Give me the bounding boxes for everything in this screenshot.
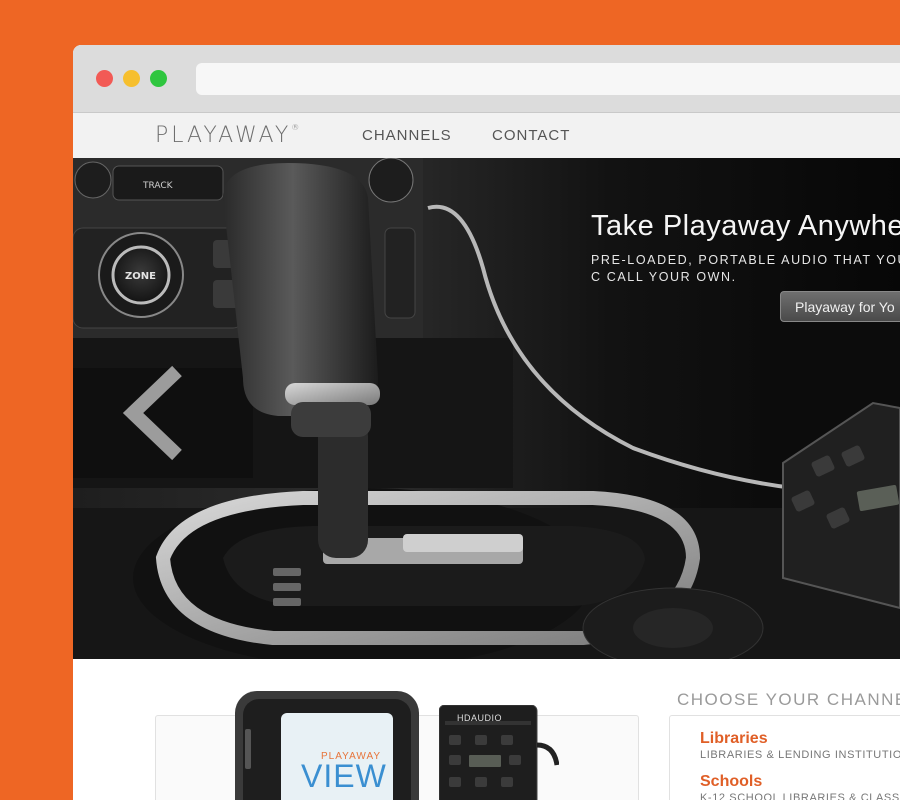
hero-subtitle: PRE-LOADED, PORTABLE AUDIO THAT YOU C CA… [591,253,900,284]
zone-label: ZONE [125,271,156,282]
channel-link-schools[interactable]: Schools [700,773,762,791]
track-label: TRACK [142,181,174,191]
registered-mark: ® [291,123,300,132]
view-word-text: VIEW [301,758,387,794]
hero-title: Take Playaway Anywhe [591,210,900,242]
nav-link-channels[interactable]: CHANNELS [362,127,452,144]
hero-slider: TRACK ZONE Take Playaway Anywhe PRE-LOAD… [73,158,900,659]
channels-section: PLAYAWAY VIEW HDAUDIO CHOOSE YOUR CHANNE… [73,659,900,800]
browser-chrome [73,45,900,113]
address-bar[interactable] [196,63,900,95]
close-window-button[interactable] [96,70,113,87]
chevron-left-icon [122,365,182,461]
slider-prev-button[interactable] [115,363,185,468]
minimize-window-button[interactable] [123,70,140,87]
channels-heading: CHOOSE YOUR CHANNEL [677,690,900,709]
maximize-window-button[interactable] [150,70,167,87]
channel-desc-libraries: LIBRARIES & LENDING INSTITUTION [700,749,900,761]
logo-text: PLAYAWAY [155,123,292,148]
playaway-logo[interactable]: PLAYAWAY® [155,123,299,148]
browser-window: PLAYAWAY® CHANNELS CONTACT TRACK ZONE Ta… [73,45,900,800]
hdaudio-label: HDAUDIO [457,713,503,723]
channel-link-libraries[interactable]: Libraries [700,730,768,748]
channel-desc-schools: K-12 SCHOOL LIBRARIES & CLASSRO [700,792,900,800]
hero-cta-button[interactable]: Playaway for Yo [780,291,900,322]
site-navbar: PLAYAWAY® CHANNELS CONTACT [73,113,900,159]
nav-link-contact[interactable]: CONTACT [492,127,570,144]
